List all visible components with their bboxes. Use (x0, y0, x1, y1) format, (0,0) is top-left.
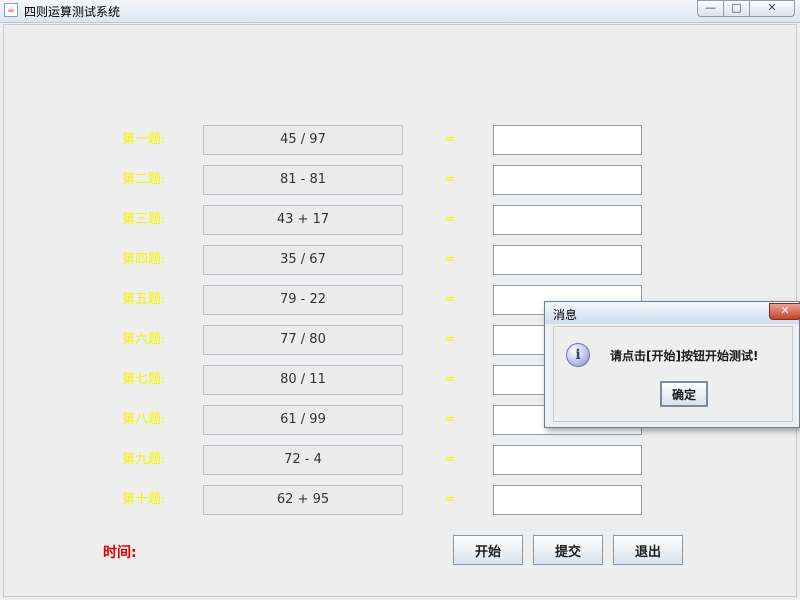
dialog-body: i 请点击[开始]按钮开始测试! 确定 (553, 326, 793, 422)
question-expression: 35 / 67 (203, 245, 403, 275)
equals-sign: = (444, 292, 455, 307)
time-label: 时间: (103, 545, 137, 561)
exit-button[interactable]: 退出 (613, 535, 683, 565)
equals-sign: = (444, 252, 455, 267)
window-title: 四则运算测试系统 (24, 5, 121, 19)
equals-sign: = (444, 332, 455, 347)
submit-button[interactable]: 提交 (533, 535, 603, 565)
question-label: 第五题: (122, 292, 166, 307)
question-label: 第六题: (122, 332, 166, 347)
equals-sign: = (444, 492, 455, 507)
equals-sign: = (444, 212, 455, 227)
ok-button[interactable]: 确定 (660, 381, 708, 407)
equals-sign: = (444, 132, 455, 147)
window-titlebar[interactable]: ☕ 四则运算测试系统 — □ ✕ (0, 0, 800, 23)
question-label: 第九题: (122, 452, 166, 467)
maximize-button[interactable]: □ (723, 0, 750, 17)
java-cup-icon: ☕ (4, 3, 18, 17)
answer-input[interactable] (493, 165, 642, 195)
answer-input[interactable] (493, 445, 642, 475)
dialog-message: 请点击[开始]按钮开始测试! (610, 349, 759, 363)
message-dialog: 消息 ✕ i 请点击[开始]按钮开始测试! 确定 (544, 301, 800, 428)
question-label: 第二题: (122, 172, 166, 187)
dialog-close-button[interactable]: ✕ (769, 303, 800, 320)
dialog-title: 消息 (553, 308, 578, 322)
equals-sign: = (444, 452, 455, 467)
question-expression: 72 - 4 (203, 445, 403, 475)
equals-sign: = (444, 412, 455, 427)
answer-input[interactable] (493, 485, 642, 515)
question-label: 第十题: (122, 492, 166, 507)
question-expression: 43 + 17 (203, 205, 403, 235)
dialog-titlebar[interactable]: 消息 (545, 302, 799, 324)
question-expression: 79 - 22 (203, 285, 403, 315)
info-icon: i (566, 343, 590, 367)
question-expression: 61 / 99 (203, 405, 403, 435)
answer-input[interactable] (493, 125, 642, 155)
question-expression: 45 / 97 (203, 125, 403, 155)
question-expression: 62 + 95 (203, 485, 403, 515)
question-expression: 80 / 11 (203, 365, 403, 395)
question-label: 第四题: (122, 252, 166, 267)
equals-sign: = (444, 372, 455, 387)
close-button[interactable]: ✕ (749, 0, 795, 17)
question-label: 第一题: (122, 132, 166, 147)
start-button[interactable]: 开始 (453, 535, 523, 565)
answer-input[interactable] (493, 245, 642, 275)
question-expression: 77 / 80 (203, 325, 403, 355)
main-window: ☕ 四则运算测试系统 — □ ✕ 第一题: 45 / 97 = 第二题: 81 … (0, 0, 800, 600)
equals-sign: = (444, 172, 455, 187)
question-label: 第八题: (122, 412, 166, 427)
question-expression: 81 - 81 (203, 165, 403, 195)
answer-input[interactable] (493, 205, 642, 235)
minimize-button[interactable]: — (697, 0, 724, 17)
question-label: 第三题: (122, 212, 166, 227)
question-label: 第七题: (122, 372, 166, 387)
